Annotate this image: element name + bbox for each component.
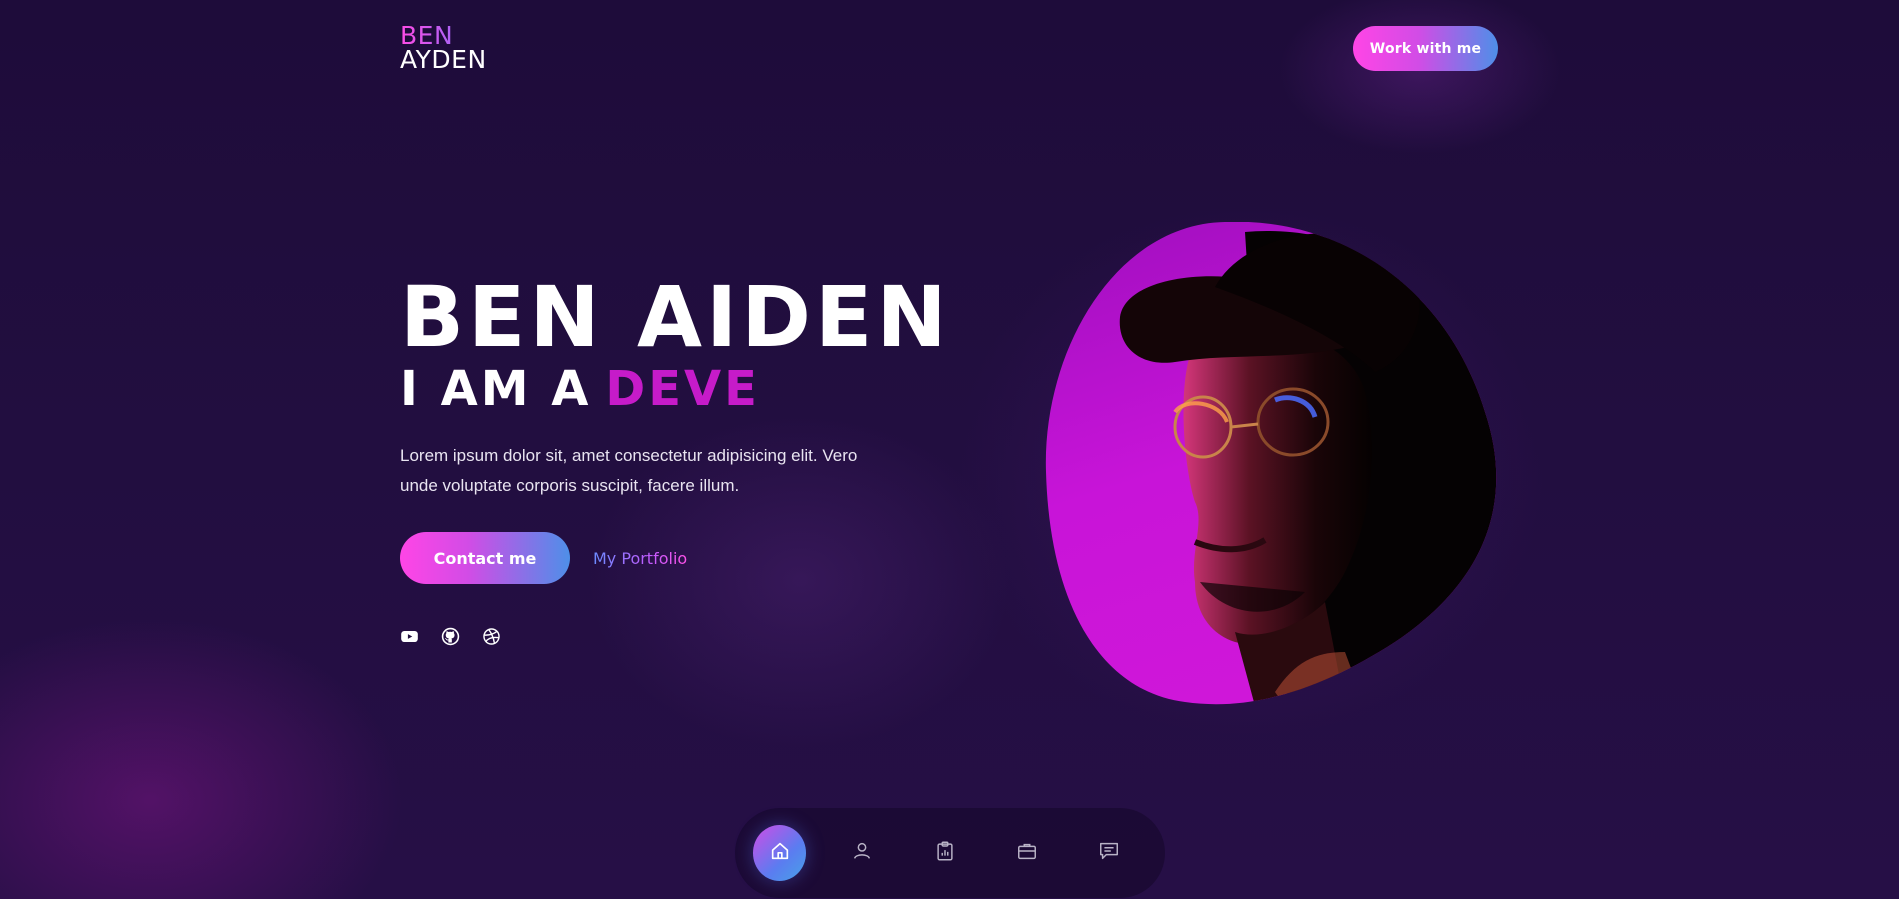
nav-contact[interactable]: [1083, 825, 1136, 881]
logo-second-line: AYDEN: [400, 45, 487, 74]
work-with-me-button[interactable]: Work with me: [1353, 26, 1498, 71]
nav-about[interactable]: [835, 825, 888, 881]
nav-home[interactable]: [753, 825, 807, 881]
hero-name: BEN AIDEN: [400, 268, 951, 366]
profile-portrait: [1045, 222, 1499, 706]
my-portfolio-link[interactable]: My Portfolio: [593, 545, 687, 571]
landing-page: BEN AYDEN Work with me BEN AIDEN I AM AD…: [0, 0, 1899, 899]
hero-role: I AM A DEVE: [400, 360, 760, 418]
nav-portfolio[interactable]: [1000, 825, 1053, 881]
nav-skills[interactable]: [918, 825, 971, 881]
dribbble-icon[interactable]: [482, 627, 501, 646]
role-prefix: I AM A: [400, 361, 592, 417]
role-typed-word: DEVE: [605, 361, 760, 417]
message-icon: [1098, 840, 1120, 866]
briefcase-icon: [1016, 840, 1038, 866]
bottom-nav: [735, 808, 1165, 898]
github-icon[interactable]: [441, 627, 460, 646]
youtube-icon[interactable]: [400, 627, 419, 646]
home-icon: [769, 840, 791, 866]
hero-description: Lorem ipsum dolor sit, amet consectetur …: [400, 446, 858, 495]
social-links: [400, 627, 501, 646]
contact-me-button[interactable]: Contact me: [400, 532, 570, 584]
logo[interactable]: BEN AYDEN: [400, 23, 487, 74]
user-icon: [851, 840, 873, 866]
clipboard-chart-icon: [934, 840, 956, 866]
